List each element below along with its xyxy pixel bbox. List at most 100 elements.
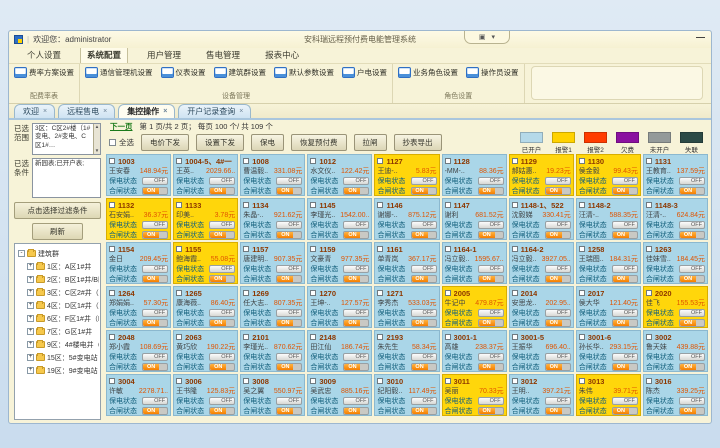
- tree-node[interactable]: +9区：4#楼电井（4#楼…: [27, 338, 99, 351]
- room-card[interactable]: 1003王安春148.94元保电状态OFF合闸状态ON: [106, 154, 171, 196]
- room-card[interactable]: 2193朱先生58.34元保电状态OFF合闸状态ON: [374, 330, 439, 372]
- room-checkbox[interactable]: [176, 378, 182, 384]
- room-card[interactable]: 3009吴武忠885.16元保电状态OFF合闸状态ON: [307, 374, 372, 416]
- switch-toggle[interactable]: ON: [343, 407, 369, 415]
- room-checkbox[interactable]: [512, 290, 518, 296]
- switch-toggle[interactable]: ON: [142, 231, 168, 239]
- room-checkbox[interactable]: [243, 378, 249, 384]
- protect-toggle[interactable]: OFF: [411, 353, 437, 361]
- protect-toggle[interactable]: OFF: [142, 177, 168, 185]
- action-button[interactable]: 电价下发: [141, 134, 189, 151]
- protect-toggle[interactable]: OFF: [545, 353, 571, 361]
- room-card[interactable]: 1146谢娜-..875.12元保电状态OFF合闸状态ON: [374, 198, 439, 240]
- protect-toggle[interactable]: OFF: [478, 265, 504, 273]
- room-checkbox[interactable]: [646, 378, 652, 384]
- room-card[interactable]: 3004许敏2278.71..保电状态OFF合闸状态ON: [106, 374, 171, 416]
- room-card[interactable]: 1008曹温毅..331.08元保电状态OFF合闸状态ON: [240, 154, 305, 196]
- switch-toggle[interactable]: ON: [209, 319, 235, 327]
- protect-toggle[interactable]: OFF: [545, 397, 571, 405]
- ribbon-collapse-bubble[interactable]: ▣▾: [464, 31, 510, 44]
- switch-toggle[interactable]: ON: [679, 231, 705, 239]
- ribbon-button[interactable]: 操作员设置: [466, 67, 519, 78]
- switch-toggle[interactable]: ON: [679, 363, 705, 371]
- switch-toggle[interactable]: ON: [343, 319, 369, 327]
- room-card[interactable]: 1164-1冯立毅..1595.67..保电状态OFF合闸状态ON: [442, 242, 507, 284]
- room-card[interactable]: 3013朱伟39.71元保电状态OFF合闸状态ON: [576, 374, 641, 416]
- room-card[interactable]: 1270王坤-..127.57元保电状态OFF合闸状态ON: [307, 286, 372, 328]
- protect-toggle[interactable]: OFF: [411, 309, 437, 317]
- room-card[interactable]: 2048郑小霞108.69元保电状态OFF合闸状态ON: [106, 330, 171, 372]
- tree-node[interactable]: +1区：A区1#井: [27, 260, 99, 273]
- selected-range-box[interactable]: 3区：C区2#楼（1#变电、2#变电、C区1#… ▲ ▼: [32, 123, 101, 155]
- room-card[interactable]: 3006王书隆125.83元保电状态OFF合闸状态ON: [173, 374, 238, 416]
- switch-toggle[interactable]: ON: [276, 319, 302, 327]
- room-checkbox[interactable]: [377, 246, 383, 252]
- expander-icon[interactable]: +: [27, 367, 34, 374]
- room-checkbox[interactable]: [512, 202, 518, 208]
- room-card[interactable]: 1130侯金毅99.43元保电状态OFF合闸状态ON: [576, 154, 641, 196]
- refresh-button[interactable]: 刷新: [32, 223, 82, 240]
- protect-toggle[interactable]: OFF: [679, 309, 705, 317]
- switch-toggle[interactable]: ON: [612, 231, 638, 239]
- room-card[interactable]: 1258王瑞图..184.31元保电状态OFF合闸状态ON: [576, 242, 641, 284]
- room-card[interactable]: 2101李瑾光..870.62元保电状态OFF合闸状态ON: [240, 330, 305, 372]
- scroll-up-icon[interactable]: ▲: [95, 125, 99, 130]
- switch-toggle[interactable]: ON: [411, 319, 437, 327]
- menu-item[interactable]: 系统配置: [80, 46, 128, 63]
- room-card[interactable]: 1128-MM-..88.36元保电状态OFF合闸状态ON: [442, 154, 507, 196]
- scroll-down-icon[interactable]: ▼: [95, 149, 99, 154]
- room-card[interactable]: 1131王教育..137.59元保电状态OFF合闸状态ON: [643, 154, 708, 196]
- switch-toggle[interactable]: ON: [142, 407, 168, 415]
- expander-icon[interactable]: +: [27, 289, 34, 296]
- switch-toggle[interactable]: ON: [478, 231, 504, 239]
- choose-filter-button[interactable]: 点击选择过滤条件: [14, 202, 101, 219]
- action-button[interactable]: 拉闸: [354, 134, 387, 151]
- room-checkbox[interactable]: [109, 202, 115, 208]
- room-card[interactable]: 1133印美..3.78元保电状态OFF合闸状态ON: [173, 198, 238, 240]
- switch-toggle[interactable]: ON: [411, 407, 437, 415]
- room-card[interactable]: 1134朱晶-..921.62元保电状态OFF合闸状态ON: [240, 198, 305, 240]
- room-card[interactable]: 1159文豪青977.35元保电状态OFF合闸状态ON: [307, 242, 372, 284]
- action-button[interactable]: 抄表导出: [394, 134, 442, 151]
- action-button[interactable]: 设置下发: [196, 134, 244, 151]
- menu-item[interactable]: 报表中心: [259, 47, 305, 63]
- selected-condition-box[interactable]: 新园表;已开户表;: [32, 158, 101, 198]
- protect-toggle[interactable]: OFF: [679, 353, 705, 361]
- switch-toggle[interactable]: ON: [411, 187, 437, 195]
- room-checkbox[interactable]: [243, 290, 249, 296]
- switch-toggle[interactable]: ON: [142, 363, 168, 371]
- room-checkbox[interactable]: [579, 246, 585, 252]
- ribbon-button[interactable]: 仪表设置: [161, 67, 206, 78]
- protect-toggle[interactable]: OFF: [411, 265, 437, 273]
- room-card[interactable]: 2020佳飞155.53元保电状态OFF合闸状态ON: [643, 286, 708, 328]
- room-card[interactable]: 1269任大志..807.35元保电状态OFF合闸状态ON: [240, 286, 305, 328]
- protect-toggle[interactable]: OFF: [478, 221, 504, 229]
- room-card[interactable]: 3002鲁天妹439.88元保电状态OFF合闸状态ON: [643, 330, 708, 372]
- room-card[interactable]: 1004-5、4#一王英..2029.66..保电状态OFF合闸状态ON: [173, 154, 238, 196]
- expander-icon[interactable]: -: [18, 250, 25, 257]
- room-card[interactable]: 1157唐建明..907.35元保电状态OFF合闸状态ON: [240, 242, 305, 284]
- room-checkbox[interactable]: [176, 246, 182, 252]
- room-checkbox[interactable]: [109, 158, 115, 164]
- protect-toggle[interactable]: OFF: [209, 221, 235, 229]
- protect-toggle[interactable]: OFF: [142, 397, 168, 405]
- protect-toggle[interactable]: OFF: [343, 309, 369, 317]
- switch-toggle[interactable]: ON: [478, 363, 504, 371]
- style-icon[interactable]: ▣: [479, 33, 486, 41]
- tree-node[interactable]: +15区：5#变电站（3#变…: [27, 351, 99, 364]
- protect-toggle[interactable]: OFF: [142, 353, 168, 361]
- room-card[interactable]: 3011吴丽70.33元保电状态OFF合闸状态ON: [442, 374, 507, 416]
- menu-item[interactable]: 售电管理: [200, 47, 246, 63]
- room-checkbox[interactable]: [310, 334, 316, 340]
- select-all[interactable]: 全选: [109, 137, 134, 148]
- room-checkbox[interactable]: [109, 246, 115, 252]
- protect-toggle[interactable]: OFF: [209, 309, 235, 317]
- room-checkbox[interactable]: [445, 334, 451, 340]
- room-checkbox[interactable]: [646, 290, 652, 296]
- switch-toggle[interactable]: ON: [142, 187, 168, 195]
- room-checkbox[interactable]: [512, 158, 518, 164]
- room-checkbox[interactable]: [445, 246, 451, 252]
- room-checkbox[interactable]: [176, 158, 182, 164]
- protect-toggle[interactable]: OFF: [276, 353, 302, 361]
- room-checkbox[interactable]: [445, 158, 451, 164]
